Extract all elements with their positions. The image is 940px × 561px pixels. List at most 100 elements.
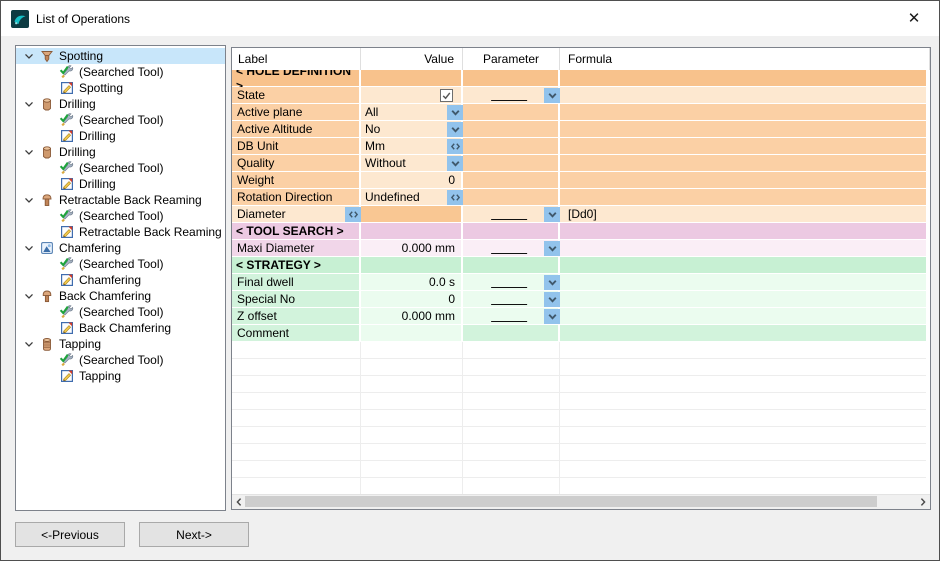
tree-item-searched-tool[interactable]: (Searched Tool) (16, 160, 225, 176)
value-cell[interactable]: Mm (361, 138, 463, 155)
next-button[interactable]: Next-> (139, 522, 249, 547)
value-cell[interactable]: 0.000 mm (361, 240, 463, 257)
formula-cell[interactable] (560, 172, 926, 189)
value-cell[interactable]: Undefined (361, 189, 463, 206)
formula-cell[interactable] (560, 155, 926, 172)
chevron-down-icon[interactable] (22, 193, 36, 207)
value-cell[interactable]: All (361, 104, 463, 121)
tree-item-spotting[interactable]: Spotting (16, 48, 225, 64)
tree-item-tapping[interactable]: Tapping (16, 336, 225, 352)
value-cell[interactable]: 0.0 s (361, 274, 463, 291)
column-header-parameter: Parameter (463, 48, 560, 70)
value-cell[interactable] (361, 206, 463, 223)
value-cell[interactable]: 0 (361, 291, 463, 308)
parameter-dropdown-button[interactable] (544, 241, 560, 256)
section-cell (463, 70, 560, 87)
formula-cell[interactable] (560, 104, 926, 121)
formula-cell[interactable] (560, 189, 926, 206)
tree-item-label: (Searched Tool) (79, 65, 164, 79)
formula-cell[interactable] (560, 240, 926, 257)
parameter-cell[interactable] (463, 291, 560, 308)
empty-cell (361, 461, 463, 478)
scrollbar-thumb[interactable] (245, 496, 877, 507)
formula-cell[interactable] (560, 121, 926, 138)
formula-cell[interactable] (560, 308, 926, 325)
tree-item-searched-tool[interactable]: (Searched Tool) (16, 304, 225, 320)
parameter-cell[interactable] (463, 240, 560, 257)
tree-item-label: (Searched Tool) (79, 209, 164, 223)
chevron-down-icon[interactable] (22, 289, 36, 303)
parameter-dropdown-button[interactable] (544, 309, 560, 324)
app-icon (11, 10, 29, 28)
label-cell: Diameter (232, 206, 361, 223)
value-cell[interactable]: Without (361, 155, 463, 172)
value-cell[interactable]: 0 (361, 172, 463, 189)
title-bar: List of Operations ✕ (1, 1, 939, 36)
formula-cell[interactable] (560, 325, 926, 342)
parameter-placeholder (491, 277, 527, 288)
tree-item-searched-tool[interactable]: (Searched Tool) (16, 256, 225, 272)
formula-cell[interactable] (560, 291, 926, 308)
tree-item-searched-tool[interactable]: (Searched Tool) (16, 208, 225, 224)
formula-cell[interactable] (560, 138, 926, 155)
spotting-tool-icon (39, 48, 55, 64)
tree-item-retractable-back-reaming[interactable]: Retractable Back Reaming (16, 224, 225, 240)
state-checkbox[interactable] (440, 89, 453, 102)
tree-item-tapping[interactable]: Tapping (16, 368, 225, 384)
drilling-tool-icon (39, 144, 55, 160)
empty-cell (232, 444, 361, 461)
close-icon[interactable]: ✕ (897, 5, 931, 31)
tree-item-back-chamfering[interactable]: Back Chamfering (16, 288, 225, 304)
parameter-cell[interactable] (463, 274, 560, 291)
value-cell[interactable]: 0.000 mm (361, 308, 463, 325)
tree-item-drilling[interactable]: Drilling (16, 144, 225, 160)
tree-item-drilling[interactable]: Drilling (16, 176, 225, 192)
parameter-cell[interactable] (463, 206, 560, 223)
tree-item-chamfering[interactable]: Chamfering (16, 240, 225, 256)
horizontal-scrollbar[interactable] (232, 494, 930, 509)
value-text: 0.000 mm (361, 241, 463, 256)
parameter-cell[interactable] (463, 87, 560, 104)
formula-cell[interactable] (560, 274, 926, 291)
column-header-value: Value (361, 48, 463, 70)
value-dropdown-button[interactable] (447, 105, 463, 120)
tree-item-searched-tool[interactable]: (Searched Tool) (16, 352, 225, 368)
section-cell (361, 257, 463, 274)
tree-item-spotting[interactable]: Spotting (16, 80, 225, 96)
parameter-dropdown-button[interactable] (544, 207, 560, 222)
tree-item-drilling[interactable]: Drilling (16, 128, 225, 144)
drilling-tool-icon (39, 96, 55, 112)
operations-tree: Spotting(Searched Tool)SpottingDrilling(… (15, 45, 226, 511)
parameter-dropdown-button[interactable] (544, 88, 560, 103)
parameter-dropdown-button[interactable] (544, 292, 560, 307)
tree-item-chamfering[interactable]: Chamfering (16, 272, 225, 288)
value-spinner-button[interactable] (447, 139, 463, 154)
formula-cell[interactable]: [Dd0] (560, 206, 926, 223)
scroll-left-icon[interactable] (232, 495, 246, 508)
tree-item-retractable-back-reaming[interactable]: Retractable Back Reaming (16, 192, 225, 208)
tree-item-drilling[interactable]: Drilling (16, 96, 225, 112)
parameter-cell[interactable] (463, 308, 560, 325)
tree-item-searched-tool[interactable]: (Searched Tool) (16, 112, 225, 128)
label-cell: DB Unit (232, 138, 361, 155)
value-cell[interactable]: No (361, 121, 463, 138)
value-cell[interactable] (361, 87, 463, 104)
value-cell[interactable] (361, 325, 463, 342)
chevron-down-icon[interactable] (22, 241, 36, 255)
searched-tool-icon (59, 160, 75, 176)
label-spinner-button[interactable] (345, 207, 361, 222)
previous-button[interactable]: <-Previous (15, 522, 125, 547)
formula-text: [Dd0] (560, 207, 597, 222)
value-spinner-button[interactable] (447, 190, 463, 205)
chevron-down-icon[interactable] (22, 145, 36, 159)
chevron-down-icon[interactable] (22, 337, 36, 351)
value-dropdown-button[interactable] (447, 122, 463, 137)
scroll-right-icon[interactable] (916, 495, 930, 508)
parameter-dropdown-button[interactable] (544, 275, 560, 290)
value-dropdown-button[interactable] (447, 156, 463, 171)
formula-cell[interactable] (560, 87, 926, 104)
chevron-down-icon[interactable] (22, 49, 36, 63)
tree-item-back-chamfering[interactable]: Back Chamfering (16, 320, 225, 336)
chevron-down-icon[interactable] (22, 97, 36, 111)
tree-item-searched-tool[interactable]: (Searched Tool) (16, 64, 225, 80)
